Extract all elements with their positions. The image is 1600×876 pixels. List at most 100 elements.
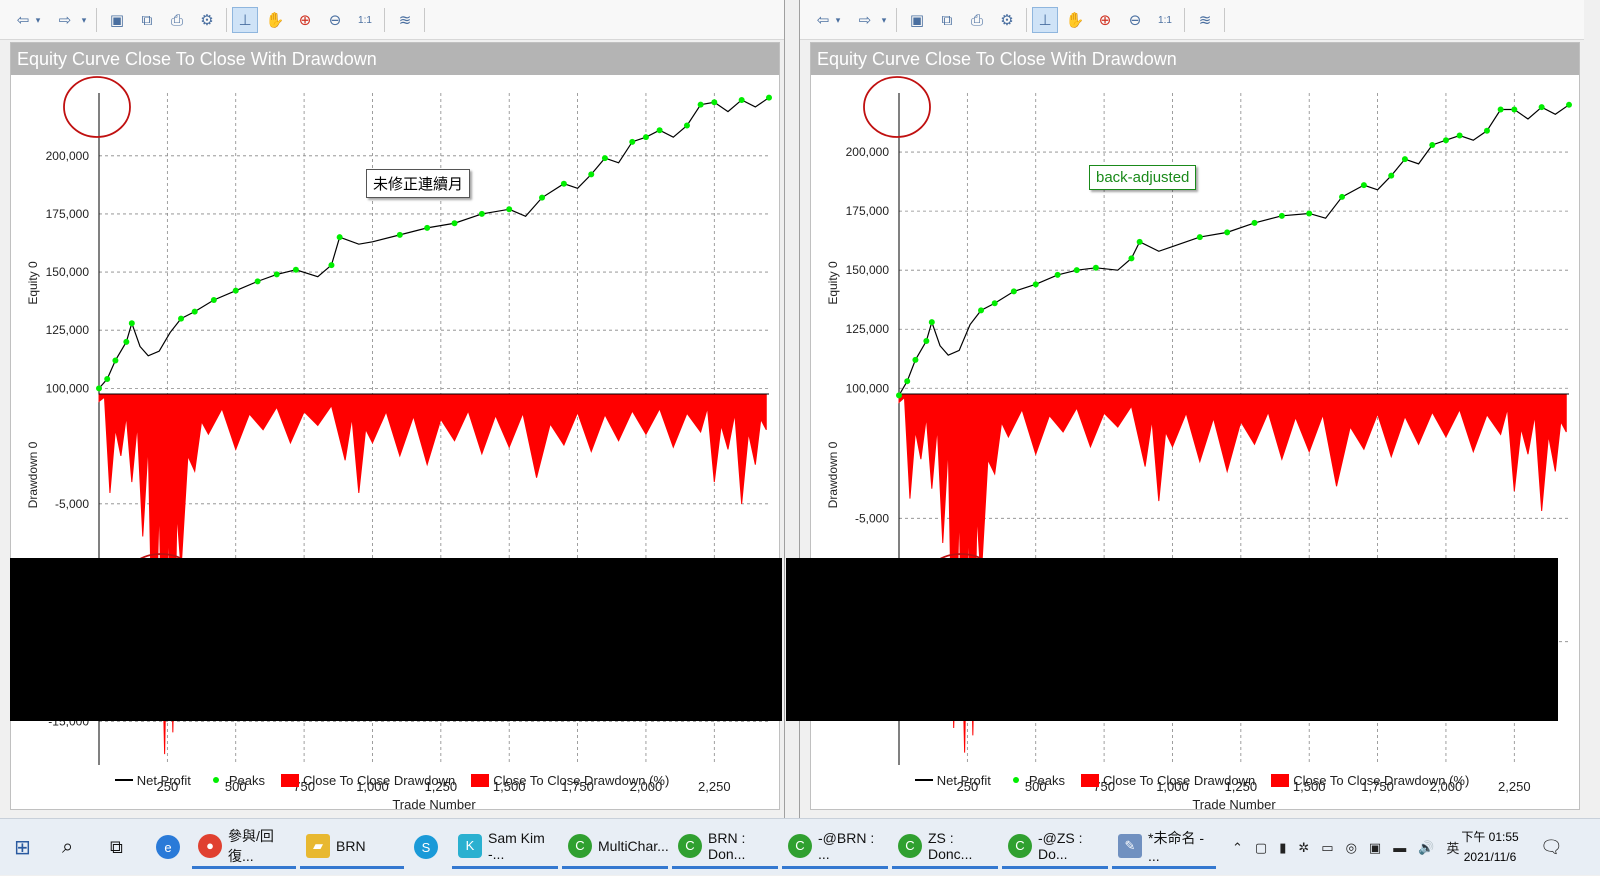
search-icon[interactable]: ⌕	[56, 825, 79, 869]
copy-icon[interactable]: ⧉	[934, 7, 960, 33]
chart-title: Equity Curve Close To Close With Drawdow…	[11, 43, 779, 75]
chevron-up-icon[interactable]: ⌃	[1232, 840, 1243, 856]
taskbar-item-8[interactable]: C -@ZS : Do...	[1002, 825, 1108, 869]
tray-app-icon[interactable]: ◎	[1346, 840, 1357, 856]
print-icon[interactable]: ⎙	[964, 7, 990, 33]
actual-size-icon[interactable]: 1:1	[1152, 7, 1178, 33]
peak-marker	[588, 171, 595, 178]
peak-marker	[128, 320, 135, 327]
actual-size-icon[interactable]: 1:1	[352, 7, 378, 33]
taskbar-clock[interactable]: 下午 01:55 2021/11/6	[1452, 827, 1528, 867]
crosshair-cursor-icon[interactable]: ⊥	[232, 7, 258, 33]
peak-marker	[1339, 193, 1346, 200]
settings-gear-icon[interactable]: ⚙	[194, 7, 220, 33]
peak-marker	[1136, 238, 1143, 245]
peak-marker	[1497, 106, 1504, 113]
taskbar-item-1[interactable]: ▰ BRN	[300, 825, 404, 869]
internet-explorer-icon: e	[156, 835, 180, 859]
y-axis-title: Equity 0	[26, 261, 40, 305]
peak-marker	[539, 194, 546, 201]
print-icon[interactable]: ⎙	[164, 7, 190, 33]
windows-taskbar: ⊞ ⌕ ⧉ e ● 參與/回復... ▰ BRN S K Sam Kim -... C…	[0, 818, 1600, 875]
net-profit-line	[98, 97, 770, 389]
multicharts-icon: C	[678, 833, 702, 858]
tray-app-icon[interactable]: ✲	[1298, 840, 1309, 856]
zoom-in-icon[interactable]: ⊕	[1092, 7, 1118, 33]
tray-app-icon[interactable]: ▢	[1255, 840, 1267, 856]
pan-hand-icon[interactable]: ✋	[1062, 7, 1088, 33]
tray-app-icon[interactable]: ▣	[1369, 840, 1381, 856]
taskbar-item-9[interactable]: ✎ *未命名 - ...	[1112, 825, 1216, 869]
peak-marker	[254, 278, 261, 285]
chart-title: Equity Curve Close To Close With Drawdow…	[811, 43, 1579, 75]
peak-marker	[896, 392, 902, 399]
chart-toolbar: ⇦ ▾ ⇨ ▾ ▣ ⧉ ⎙ ⚙ ⊥ ✋ ⊕ ⊖ 1:1 ≋	[800, 0, 1584, 40]
peak-marker	[1442, 137, 1449, 144]
taskbar-item-7[interactable]: C ZS : Donc...	[892, 825, 998, 869]
chart-legend: Net Profit Peaks Close To Close Drawdown…	[800, 770, 1584, 790]
zoom-out-icon[interactable]: ⊖	[1122, 7, 1148, 33]
settings-gear-icon[interactable]: ⚙	[994, 7, 1020, 33]
zoom-out-icon[interactable]: ⊖	[322, 7, 348, 33]
y-axis-title: Drawdown 0	[826, 441, 840, 508]
forward-dropdown-icon[interactable]: ▾	[876, 7, 892, 33]
clock-date: 2021/11/6	[1463, 850, 1517, 864]
back-dropdown-icon[interactable]: ▾	[830, 7, 846, 33]
volume-icon[interactable]: 🔊	[1418, 840, 1434, 856]
start-windows-icon[interactable]: ⊞	[8, 825, 37, 869]
taskbar-item-5[interactable]: C BRN : Don...	[672, 825, 778, 869]
y-tick-label: 175,000	[46, 207, 90, 221]
legend-item-peaks: Peaks	[207, 773, 265, 788]
task-view-icon[interactable]: ⧉	[104, 825, 129, 869]
y-tick-label: 125,000	[46, 323, 90, 337]
peak-marker	[928, 319, 935, 326]
chart-window-left: ⇦ ▾ ⇨ ▾ ▣ ⧉ ⎙ ⚙ ⊥ ✋ ⊕ ⊖ 1:1 ≋ Equity Cur…	[0, 0, 784, 818]
crosshair-cursor-icon[interactable]: ⊥	[1032, 7, 1058, 33]
chart-window-right: ⇦ ▾ ⇨ ▾ ▣ ⧉ ⎙ ⚙ ⊥ ✋ ⊕ ⊖ 1:1 ≋ Equity Cur…	[786, 0, 1584, 818]
taskbar-item-2[interactable]: S	[408, 825, 448, 869]
x-axis-title: Trade Number	[392, 797, 476, 810]
multicharts-icon: C	[788, 833, 812, 858]
tray-app-icon[interactable]: ▮	[1279, 840, 1286, 856]
chart-style-icon[interactable]: ≋	[1192, 7, 1218, 33]
forward-dropdown-icon[interactable]: ▾	[76, 7, 92, 33]
peak-marker	[451, 220, 458, 227]
pan-hand-icon[interactable]: ✋	[262, 7, 288, 33]
multicharts-icon: C	[898, 833, 922, 858]
y-tick-label: -5,000	[855, 511, 889, 525]
annotation-label: 未修正連續月	[366, 169, 471, 198]
taskbar-ie[interactable]: e	[150, 825, 186, 869]
taskbar-item-0[interactable]: ● 參與/回復...	[192, 825, 296, 869]
peak-marker	[629, 138, 636, 145]
peak-marker	[1224, 229, 1231, 236]
taskbar-item-6[interactable]: C -@BRN : ...	[782, 825, 888, 869]
peak-marker	[766, 94, 772, 101]
tray-app-icon[interactable]: ▭	[1321, 840, 1333, 856]
peak-marker	[424, 224, 431, 231]
peak-marker	[683, 122, 690, 129]
taskbar-item-4[interactable]: C MultiChar...	[562, 825, 669, 869]
forward-arrow-icon[interactable]: ⇨	[52, 7, 78, 33]
copy-icon[interactable]: ⧉	[134, 7, 160, 33]
chart-style-icon[interactable]: ≋	[392, 7, 418, 33]
taskbar-item-3[interactable]: K Sam Kim -...	[452, 825, 558, 869]
peak-marker	[396, 231, 403, 238]
peak-marker	[1054, 271, 1061, 278]
peak-marker	[1401, 156, 1408, 163]
y-tick-label: -5,000	[55, 497, 89, 511]
multicharts-icon: C	[1008, 833, 1032, 858]
forward-arrow-icon[interactable]: ⇨	[852, 7, 878, 33]
chrome-icon: ●	[198, 833, 222, 858]
tray-app-icon[interactable]: ▬	[1393, 840, 1406, 855]
back-dropdown-icon[interactable]: ▾	[30, 7, 46, 33]
save-icon[interactable]: ▣	[904, 7, 930, 33]
notification-icon[interactable]: 🗨	[1540, 819, 1563, 876]
zoom-in-icon[interactable]: ⊕	[292, 7, 318, 33]
x-axis-title: Trade Number	[1192, 797, 1276, 810]
save-icon[interactable]: ▣	[104, 7, 130, 33]
peak-marker	[1196, 234, 1203, 241]
peak-marker	[601, 155, 608, 162]
peak-marker	[178, 315, 185, 322]
peak-marker	[1429, 141, 1436, 148]
peak-marker	[1128, 255, 1135, 262]
